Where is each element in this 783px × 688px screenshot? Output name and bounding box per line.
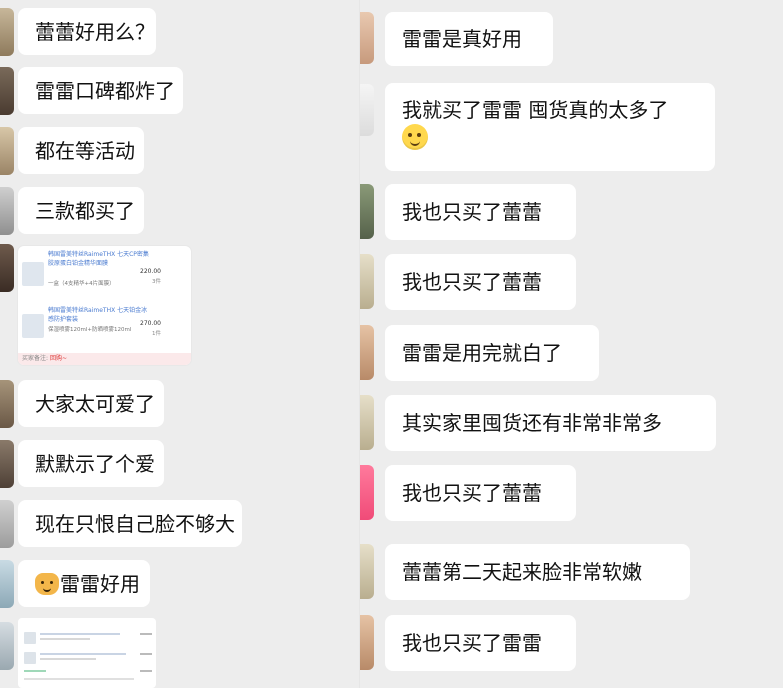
crying-face-icon [402,124,428,150]
message-bubble[interactable]: 我也只买了蕾蕾 [385,254,576,310]
message-text: 三款都买了 [35,199,135,223]
message-text: 我就买了雷雷 囤货真的太多了 [402,98,669,122]
message-text: 我也只买了蕾蕾 [402,270,542,294]
product-price-line [140,653,152,655]
product-spec: 保湿喷雾120ml+防晒喷雾120ml [48,327,132,333]
avatar[interactable] [0,127,14,175]
avatar[interactable] [0,500,14,548]
message-text: 默默示了个爱 [35,452,155,476]
message-bubble[interactable]: 蕾蕾好用么？ [18,8,156,55]
message-bubble[interactable]: 蕾蕾第二天起来脸非常软嫩 [385,544,690,600]
avatar[interactable] [0,67,14,115]
product-name-line [40,658,96,660]
product-thumbnail [22,262,44,286]
message-bubble[interactable]: 雷雷口碑都炸了 [18,67,183,114]
message-bubble[interactable]: 默默示了个爱 [18,440,164,487]
avatar[interactable] [0,560,14,608]
avatar[interactable] [0,440,14,488]
message-text: 大家太可爱了 [35,392,155,416]
message-text: 雷雷口碑都炸了 [35,79,175,103]
address-line [24,678,134,680]
product-quantity: 3件 [152,279,161,285]
message-bubble[interactable]: 三款都买了 [18,187,144,234]
message-bubble[interactable]: 我也只买了蕾蕾 [385,465,576,521]
message-text: 我也只买了蕾蕾 [402,200,542,224]
avatar[interactable] [0,622,14,670]
message-text: 都在等活动 [35,139,135,163]
buyer-note: 买家备注: 回购~ [18,353,191,365]
avatar[interactable] [0,187,14,235]
message-text: 我也只买了雷雷 [402,631,542,655]
avatar[interactable] [360,465,374,520]
message-bubble[interactable]: 现在只恨自己脸不够大 [18,500,242,547]
message-text: 雷雷是用完就白了 [402,341,562,365]
product-name-line [40,633,120,635]
product-name: 韩国雷美特丝RaimeTHX 七天铂金冰感防护套装 [48,307,148,323]
message-bubble[interactable]: 雷雷是用完就白了 [385,325,599,381]
message-bubble[interactable]: 其实家里囤货还有非常非常多 [385,395,716,451]
message-bubble[interactable]: 雷雷好用 [18,560,150,607]
total-line [140,670,152,672]
message-text: 蕾蕾第二天起来脸非常软嫩 [402,560,642,584]
message-text: 现在只恨自己脸不够大 [35,512,235,536]
avatar[interactable] [360,325,374,380]
buyer-note-label: 买家备注: [22,355,49,362]
message-text: 蕾蕾好用么？ [35,20,155,44]
product-price: 270.00 [140,320,161,327]
avatar[interactable] [360,84,374,136]
message-bubble[interactable]: 大家太可爱了 [18,380,164,427]
product-spec: 一盒（4支精华+4片面膜） [48,281,115,287]
order-card-preview[interactable] [18,618,156,688]
product-name-line [40,653,126,655]
message-bubble[interactable]: 雷雷是真好用 [385,12,553,66]
cat-face-icon [35,573,59,595]
message-bubble[interactable]: 都在等活动 [18,127,144,174]
message-text: 我也只买了蕾蕾 [402,481,542,505]
product-thumbnail [22,314,44,338]
product-price-line [140,633,152,635]
avatar[interactable] [0,380,14,428]
product-quantity: 1件 [152,331,161,337]
message-bubble[interactable]: 我就买了雷雷 囤货真的太多了 [385,83,715,171]
avatar[interactable] [360,12,374,64]
avatar[interactable] [360,544,374,599]
avatar[interactable] [360,395,374,450]
message-bubble[interactable]: 我也只买了雷雷 [385,615,576,671]
status-line [24,670,46,672]
product-thumbnail [24,632,36,644]
message-bubble[interactable]: 我也只买了蕾蕾 [385,184,576,240]
buyer-note-text: 回购~ [49,355,67,362]
product-name-line [40,638,90,640]
avatar[interactable] [0,244,14,292]
avatar[interactable] [360,254,374,309]
product-name: 韩国雷美特丝RaimeTHX 七天CP密集胶原蛋白铂金精华面膜 [48,251,149,267]
avatar[interactable] [360,615,374,670]
avatar[interactable] [360,184,374,239]
message-text: 雷雷好用 [60,572,140,596]
order-card[interactable]: 韩国雷美特丝RaimeTHX 七天CP密集胶原蛋白铂金精华面膜 一盒（4支精华+… [18,246,191,365]
product-price: 220.00 [140,268,161,275]
product-thumbnail [24,652,36,664]
message-text: 雷雷是真好用 [402,27,522,51]
avatar[interactable] [0,8,14,56]
message-text: 其实家里囤货还有非常非常多 [402,411,662,435]
